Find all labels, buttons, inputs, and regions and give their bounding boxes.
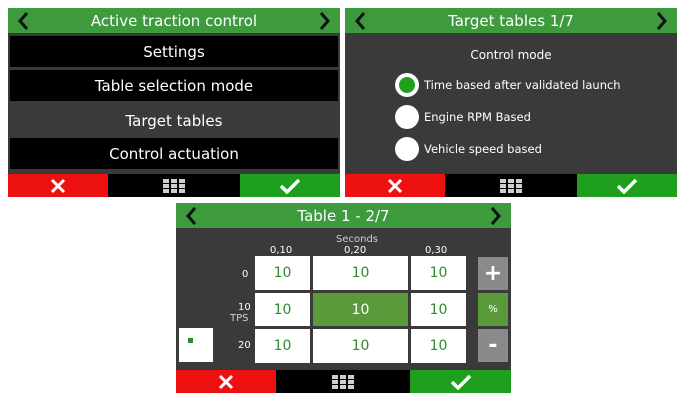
panel-target-tables: Target tables 1/7 Control mode Time base… — [345, 8, 677, 197]
menu-button[interactable] — [108, 174, 240, 197]
radio-button[interactable] — [395, 73, 419, 97]
grid-icon — [500, 178, 522, 193]
radio-vehicle-speed[interactable]: Vehicle speed based — [395, 136, 542, 162]
confirm-button[interactable] — [410, 370, 511, 393]
y-axis-label: TPS — [230, 313, 249, 324]
confirm-button[interactable] — [240, 174, 340, 197]
y-value-0: 0 — [242, 269, 249, 280]
menu-item-control-actuation[interactable]: Control actuation — [10, 138, 338, 169]
chevron-left-icon[interactable] — [180, 203, 202, 228]
footer-bar — [8, 174, 340, 197]
menu-item-table-selection-mode[interactable]: Table selection mode — [10, 70, 338, 101]
chevron-right-icon[interactable] — [485, 203, 507, 228]
y-value-1: 10 — [238, 302, 251, 313]
decrement-button[interactable]: - — [478, 329, 508, 362]
x-value-2: 0,30 — [425, 245, 448, 256]
x-icon — [50, 178, 66, 193]
chevron-right-icon[interactable] — [651, 8, 673, 33]
x-icon — [387, 178, 403, 193]
increment-button[interactable]: + — [478, 257, 508, 290]
footer-bar — [176, 370, 511, 393]
header: Active traction control — [8, 8, 340, 33]
table-cell[interactable]: 10 — [411, 293, 466, 326]
table-cell[interactable]: 10 — [313, 256, 408, 290]
x-icon — [218, 374, 234, 389]
header: Table 1 - 2/7 — [176, 203, 511, 228]
radio-time-based[interactable]: Time based after validated launch — [395, 72, 621, 98]
table-cell[interactable]: 10 — [255, 293, 310, 326]
cancel-button[interactable] — [8, 174, 108, 197]
table-cell[interactable]: 10 — [313, 329, 408, 363]
chevron-left-icon[interactable] — [349, 8, 371, 33]
confirm-button[interactable] — [577, 174, 677, 197]
cancel-button[interactable] — [345, 174, 445, 197]
radio-button[interactable] — [395, 105, 419, 129]
section-label: Control mode — [470, 48, 552, 62]
table-cell[interactable]: 10 — [255, 256, 310, 290]
grid-icon — [163, 178, 185, 193]
header-title: Active traction control — [90, 11, 258, 30]
table-cell[interactable]: 10 — [411, 256, 466, 290]
percent-toggle-button[interactable]: % — [478, 293, 508, 326]
chevron-right-icon[interactable] — [314, 8, 336, 33]
footer-bar — [345, 174, 677, 197]
table-cell[interactable]: 10 — [411, 329, 466, 363]
menu-item-settings[interactable]: Settings — [10, 36, 338, 67]
table-cell[interactable]: 10 — [255, 329, 310, 363]
table-cell-active[interactable]: 10 — [313, 293, 408, 326]
header: Target tables 1/7 — [345, 8, 677, 33]
x-value-0: 0,10 — [270, 245, 293, 256]
y-value-2: 20 — [238, 340, 251, 351]
checkmark-icon — [616, 178, 638, 194]
header-title: Target tables 1/7 — [448, 11, 574, 30]
checkmark-icon — [450, 374, 471, 390]
radio-engine-rpm[interactable]: Engine RPM Based — [395, 104, 531, 130]
panel-active-traction-control: Active traction control Settings Table s… — [8, 8, 340, 197]
menu-button[interactable] — [445, 174, 577, 197]
chevron-left-icon[interactable] — [12, 8, 34, 33]
cancel-button[interactable] — [176, 370, 276, 393]
menu-button[interactable] — [276, 370, 410, 393]
radio-button[interactable] — [395, 137, 419, 161]
grid-icon — [332, 374, 354, 389]
checkmark-icon — [279, 178, 301, 194]
header-title: Table 1 - 2/7 — [297, 206, 390, 225]
x-axis-label: Seconds — [336, 234, 379, 245]
panel-table-editor: Table 1 - 2/7 Seconds 0,10 0,20 0,30 0 1… — [176, 203, 511, 393]
menu-item-target-tables[interactable]: Target tables — [10, 105, 338, 136]
table-position-indicator — [179, 328, 213, 362]
x-value-1: 0,20 — [344, 245, 367, 256]
